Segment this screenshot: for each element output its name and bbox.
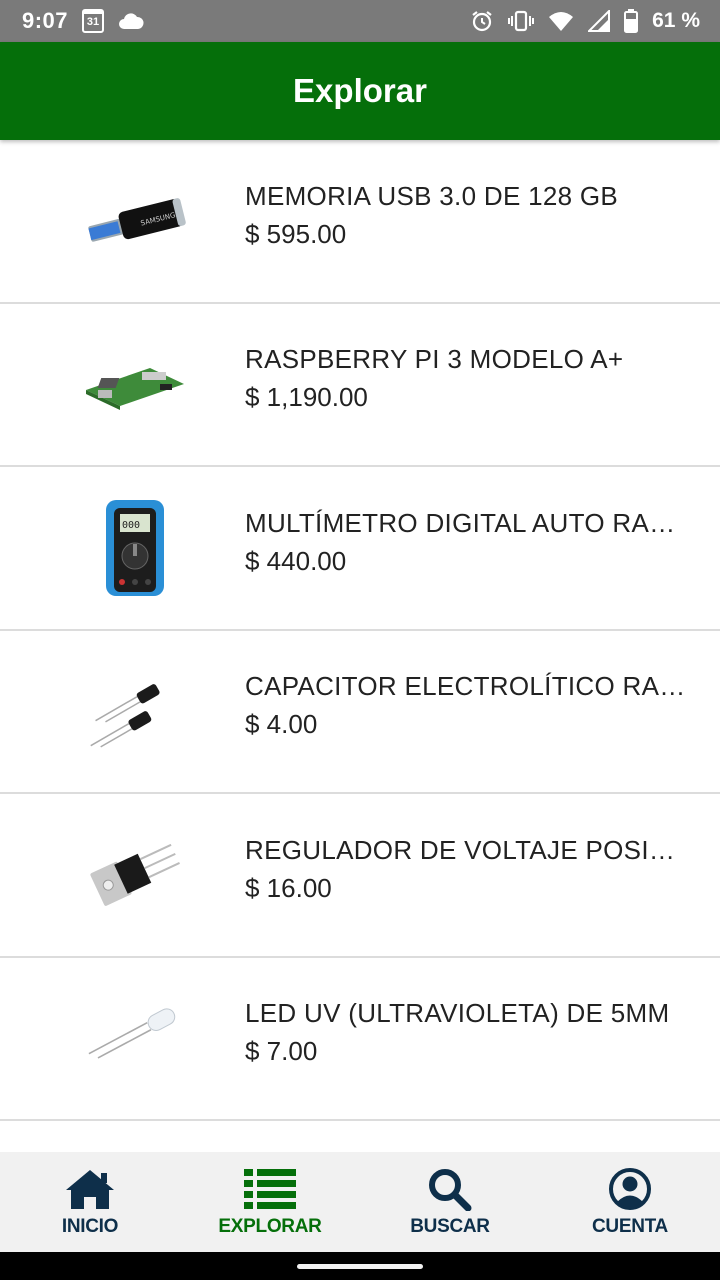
home-icon [63,1166,117,1212]
usb-drive-image: SAMSUNG [45,161,225,281]
voltage-regulator-image [45,815,225,935]
search-icon [427,1166,473,1212]
product-name: LED UV (ULTRAVIOLETA) DE 5MM [245,998,670,1029]
nav-inicio[interactable]: INICIO [0,1152,180,1252]
nav-buscar[interactable]: BUSCAR [360,1152,540,1252]
alarm-icon [470,9,494,33]
product-price: $ 440.00 [245,545,347,576]
account-icon [608,1166,652,1212]
led-image [45,978,225,1098]
vibrate-icon [508,10,535,32]
status-time: 9:07 [22,8,69,33]
product-price: $ 7.00 [245,1036,318,1067]
capacitor-image [45,651,225,771]
app-bar: Explorar [0,42,720,140]
product-price: $ 4.00 [245,709,318,740]
product-item[interactable]: CAPACITOR ELECTROLÍTICO RADIAL $ 4.00 [0,631,720,794]
product-item[interactable]: SAMSUNG MEMORIA USB 3.0 DE 128 GB $ 595.… [0,140,720,304]
signal-icon [588,10,611,32]
product-list[interactable]: SAMSUNG MEMORIA USB 3.0 DE 128 GB $ 595.… [0,140,720,1152]
svg-text:000: 000 [122,520,140,531]
nav-cuenta[interactable]: CUENTA [540,1152,720,1252]
product-item[interactable]: REGULADOR DE VOLTAJE POSITIVO $ 16.00 [0,794,720,958]
product-item[interactable]: 000 MULTÍMETRO DIGITAL AUTO RANGO $ 440.… [0,467,720,631]
product-name: MEMORIA USB 3.0 DE 128 GB [245,180,619,211]
nav-label: BUSCAR [410,1216,490,1237]
system-navigation-bar [0,1252,720,1280]
multimeter-image: 000 [45,488,225,608]
product-name: MULTÍMETRO DIGITAL AUTO RANGO [245,507,690,538]
bottom-navigation: INICIO EXPLORAR BUSCAR CUENTA [0,1152,720,1252]
calendar-icon: 31 [82,9,105,33]
nav-explorar[interactable]: EXPLORAR [180,1152,360,1252]
nav-label: INICIO [61,1216,119,1237]
cloud-icon [118,12,144,30]
status-bar: 9:07 31 61 % [0,0,720,42]
battery-percent: 61 % [652,9,700,32]
battery-icon [624,9,639,33]
nav-label: EXPLORAR [218,1216,322,1237]
home-gesture-handle[interactable] [297,1263,423,1269]
product-item[interactable]: RASPBERRY PI 3 MODELO A+ $ 1,190.00 [0,304,720,467]
product-name: REGULADOR DE VOLTAJE POSITIVO [245,834,690,865]
product-name: RASPBERRY PI 3 MODELO A+ [245,344,624,375]
product-name: CAPACITOR ELECTROLÍTICO RADIAL [245,671,690,702]
product-price: $ 1,190.00 [245,382,368,413]
product-price: $ 595.00 [245,218,347,249]
product-price: $ 16.00 [245,872,332,903]
raspberry-pi-image [45,324,225,444]
nav-label: CUENTA [592,1216,668,1237]
product-item[interactable]: LED UV (ULTRAVIOLETA) DE 5MM $ 7.00 [0,958,720,1121]
wifi-icon [548,10,574,32]
page-title: Explorar [293,72,427,109]
list-icon [242,1166,298,1212]
